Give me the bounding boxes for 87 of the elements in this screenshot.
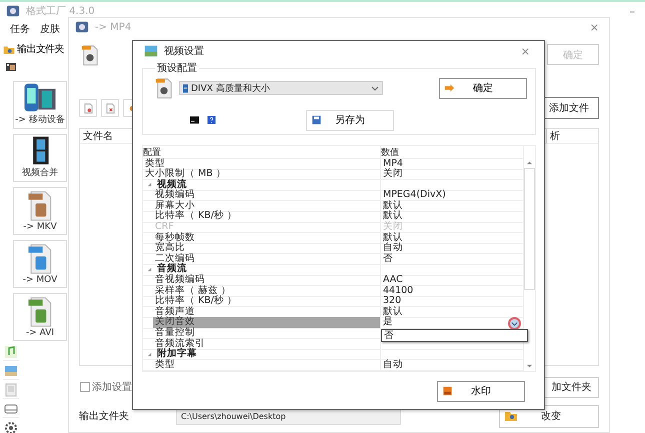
column-header: 配置 xyxy=(143,146,381,158)
gear-icon[interactable] xyxy=(3,420,19,433)
property-name[interactable]: 每秒帧数 xyxy=(153,232,195,244)
column-header[interactable]: 文件名 xyxy=(80,129,113,143)
preset-combo[interactable]: DIVX 高质量和大小 xyxy=(179,81,383,95)
add-folder-button[interactable]: 加文件夹 xyxy=(544,376,599,398)
arrow-icon xyxy=(444,83,455,93)
group-label: 预设配置 xyxy=(156,62,198,75)
output-folder-label: 输出文件夹 xyxy=(79,410,130,423)
property-name[interactable]: 音视频编码 xyxy=(153,275,205,286)
property-name[interactable]: 视频编码 xyxy=(153,190,195,201)
caret-icon xyxy=(511,320,518,327)
format-tile[interactable]: -> 移动设备 xyxy=(13,81,67,129)
property-value[interactable]: 默认 xyxy=(381,306,403,318)
app-icon xyxy=(6,4,20,18)
property-value[interactable]: 默认 xyxy=(381,211,403,222)
dialog-title: 视频设置 xyxy=(164,44,204,58)
checkbox-label: 添加设置 xyxy=(92,380,132,394)
save-as-button[interactable]: 另存为 xyxy=(306,110,394,130)
app-icon xyxy=(75,20,89,34)
close-button[interactable]: × xyxy=(586,20,603,34)
property-value[interactable]: MPEG4(DivX) xyxy=(381,190,446,201)
property-name[interactable]: 比特率（ KB/秒 ） xyxy=(153,211,237,222)
property-name[interactable]: 宽高比 xyxy=(153,243,185,254)
property-value[interactable]: 自动 xyxy=(381,243,403,254)
scrollbar[interactable] xyxy=(523,146,535,371)
preset-icon xyxy=(183,84,188,92)
column-header: 数值 xyxy=(381,146,400,158)
property-value[interactable]: 默认 xyxy=(381,232,403,244)
watermark-icon xyxy=(442,386,453,396)
mp4-file-icon xyxy=(81,44,99,66)
scroll-down-icon[interactable] xyxy=(526,364,533,369)
format-tile[interactable]: 视频合并 xyxy=(13,134,67,182)
video-section-icon[interactable] xyxy=(5,61,17,73)
property-value[interactable]: 44100 xyxy=(381,286,414,296)
property-name[interactable]: 音量控制 xyxy=(153,328,195,339)
dropdown-button[interactable] xyxy=(508,316,521,330)
ok-button[interactable]: 确定 xyxy=(439,78,527,98)
menu-item[interactable]: 任务 xyxy=(10,22,30,36)
folder-icon xyxy=(504,410,518,422)
picture-icon xyxy=(144,44,158,58)
picture-icon[interactable] xyxy=(3,363,19,380)
property-name[interactable]: 音频声道 xyxy=(153,306,195,318)
property-value[interactable]: 自动 xyxy=(381,360,403,370)
property-name[interactable]: 比特率（ KB/秒 ） xyxy=(153,296,237,307)
column-header[interactable]: 析 xyxy=(546,129,598,143)
minimize-button[interactable]: – xyxy=(626,4,639,18)
property-name[interactable]: 大小限制（ MB ） xyxy=(143,169,226,180)
output-folder-button[interactable]: 输出文件夹 xyxy=(2,41,66,57)
delete-icon[interactable] xyxy=(101,99,119,117)
add-icon[interactable] xyxy=(79,99,97,117)
category-label[interactable]: 音频流 xyxy=(155,264,187,276)
property-value[interactable]: 关闭 xyxy=(381,169,403,180)
console-icon[interactable] xyxy=(190,116,199,124)
property-name[interactable]: 类型 xyxy=(143,158,165,170)
property-value[interactable]: AAC xyxy=(381,275,403,286)
property-name[interactable]: 采样率（ 赫兹 ） xyxy=(153,286,232,296)
help-icon[interactable] xyxy=(207,116,216,124)
property-name[interactable]: 关闭音效 xyxy=(153,317,380,328)
expand-icon[interactable] xyxy=(147,352,152,357)
watermark-button[interactable]: 水印 xyxy=(437,380,525,402)
caret-icon xyxy=(371,86,379,90)
category-label[interactable]: 视频流 xyxy=(155,180,187,190)
property-value[interactable]: 默认 xyxy=(381,200,403,212)
property-name[interactable]: 类型 xyxy=(153,360,175,370)
document-icon[interactable] xyxy=(3,382,19,399)
close-button[interactable]: × xyxy=(516,44,534,58)
property-name[interactable]: 屏幕大小 xyxy=(153,200,195,212)
expand-icon[interactable] xyxy=(147,182,152,188)
dialog-title: -> MP4 xyxy=(95,22,132,32)
music-icon[interactable] xyxy=(3,344,19,361)
dropdown-option[interactable]: 否 xyxy=(382,330,527,341)
menu-item[interactable]: 皮肤 xyxy=(40,22,60,36)
checkbox[interactable] xyxy=(80,382,90,392)
window-title: 格式工厂 4.3.0 xyxy=(26,4,95,18)
format-tile[interactable]: -> AVI xyxy=(13,293,67,341)
folder-icon xyxy=(3,44,15,54)
property-value[interactable]: 否 xyxy=(381,254,393,264)
format-tile[interactable]: -> MKV xyxy=(13,187,67,235)
mp4-file-icon xyxy=(155,77,173,99)
property-value[interactable]: 是 xyxy=(381,317,393,328)
category-label[interactable]: 附加字幕 xyxy=(155,349,197,360)
expand-icon[interactable] xyxy=(147,267,152,272)
format-tile[interactable]: -> MOV xyxy=(13,240,67,288)
scroll-up-icon[interactable] xyxy=(526,160,533,165)
property-value[interactable]: 320 xyxy=(381,296,402,307)
property-value[interactable]: MP4 xyxy=(381,158,403,170)
